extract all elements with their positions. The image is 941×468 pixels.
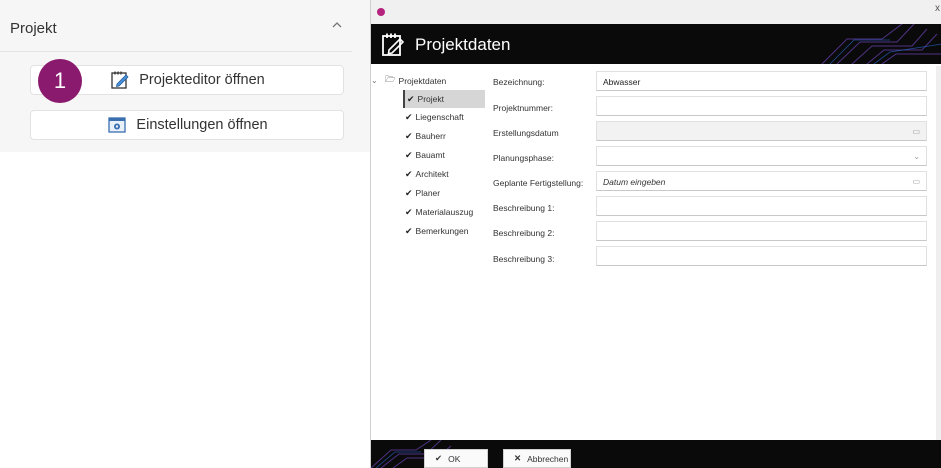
label-projektnummer: Projektnummer: <box>493 103 553 113</box>
field-value: Datum eingeben <box>603 177 666 187</box>
beschreibung-3-input[interactable] <box>596 246 927 266</box>
tree-item-label: Bauamt <box>415 150 445 160</box>
tree-item-architekt[interactable]: ✔ Architekt <box>405 165 449 183</box>
check-icon: ✔ <box>405 168 413 179</box>
open-settings-button[interactable]: Einstellungen öffnen <box>30 110 344 140</box>
field-value: Abwasser <box>603 77 641 87</box>
tree-item-planer[interactable]: ✔ Planer <box>405 184 440 202</box>
close-icon[interactable]: x <box>935 3 940 14</box>
open-project-editor-label: Projekteditor öffnen <box>139 72 265 88</box>
beschreibung-2-input[interactable] <box>596 221 927 241</box>
planungsphase-select[interactable]: ⌄ <box>596 146 927 166</box>
tree-item-label: Liegenschaft <box>415 112 464 122</box>
window-titlebar[interactable]: x <box>371 0 941 24</box>
tree-item-liegenschaft[interactable]: ✔ Liegenschaft <box>405 108 464 126</box>
settings-window-icon <box>108 117 127 133</box>
ok-label: OK <box>448 453 461 464</box>
project-section-header[interactable]: Projekt <box>0 0 352 52</box>
tree-item-label: Planer <box>415 188 441 198</box>
step-number-badge: 1 <box>38 59 82 103</box>
check-icon: ✔ <box>435 453 443 463</box>
tree-item-projekt[interactable]: ✔ Projekt <box>403 90 485 108</box>
tree-item-label: Architekt <box>415 169 449 179</box>
ok-button[interactable]: ✔ OK <box>424 449 488 468</box>
check-icon: ✔ <box>405 149 413 160</box>
tree-root[interactable]: 🗁 Projektdaten <box>385 74 446 88</box>
erstellungsdatum-input[interactable]: ▭ <box>596 121 927 141</box>
tree-item-materialauszug[interactable]: ✔ Materialauszug <box>405 203 473 221</box>
close-icon: ✕ <box>514 453 522 463</box>
tree-item-label: Materialauszug <box>415 207 474 217</box>
check-icon: ✔ <box>405 130 413 141</box>
cancel-label: Abbrechen <box>527 453 569 464</box>
tree-item-bauherr[interactable]: ✔ Bauherr <box>405 127 446 145</box>
circuit-pattern-decoration <box>821 24 941 64</box>
geplante-fertigstellung-input[interactable]: Datum eingeben ▭ <box>596 171 927 191</box>
tree-item-bemerkungen[interactable]: ✔ Bemerkungen <box>405 222 468 240</box>
chevron-down-icon[interactable]: ⌄ <box>913 152 920 161</box>
tree-item-label: Bauherr <box>415 131 446 141</box>
vertical-scrollbar[interactable] <box>936 66 941 440</box>
tree-item-label: Projekt <box>417 94 445 104</box>
label-geplante-fertigstellung: Geplante Fertigstellung: <box>493 178 584 188</box>
check-icon: ✔ <box>405 111 413 122</box>
calendar-icon[interactable]: ▭ <box>912 127 920 136</box>
check-icon: ✔ <box>405 225 413 236</box>
tree-root-label: Projektdaten <box>398 76 447 86</box>
label-beschreibung-1: Beschreibung 1: <box>493 203 555 213</box>
beschreibung-1-input[interactable] <box>596 196 927 216</box>
chevron-down-icon[interactable]: ⌄ <box>371 76 378 85</box>
check-icon: ✔ <box>407 93 415 104</box>
check-icon: ✔ <box>405 187 413 198</box>
app-icon <box>377 8 385 16</box>
tree-item-label: Bemerkungen <box>415 226 469 236</box>
check-icon: ✔ <box>405 206 413 217</box>
label-beschreibung-2: Beschreibung 2: <box>493 228 555 238</box>
projektnummer-input[interactable] <box>596 96 927 116</box>
project-panel: Projekt Projekteditor öffnen Einstellung… <box>0 0 370 152</box>
dialog-header: Projektdaten <box>371 24 941 64</box>
bezeichnung-input[interactable]: Abwasser <box>596 71 927 91</box>
calendar-icon[interactable]: ▭ <box>912 177 920 186</box>
label-erstellungsdatum: Erstellungsdatum <box>493 128 559 138</box>
label-bezeichnung: Bezeichnung: <box>493 77 545 87</box>
section-title: Projekt <box>10 20 57 37</box>
cancel-button[interactable]: ✕ Abbrechen <box>503 449 571 468</box>
dialog-title: Projektdaten <box>415 35 511 54</box>
label-planungsphase: Planungsphase: <box>493 153 554 163</box>
folder-icon: 🗁 <box>385 74 396 84</box>
project-data-dialog: x Projektdaten ⌄ � <box>370 0 941 468</box>
open-settings-label: Einstellungen öffnen <box>136 117 268 133</box>
tree-item-bauamt[interactable]: ✔ Bauamt <box>405 146 445 164</box>
chevron-up-icon[interactable] <box>330 18 344 32</box>
edit-document-icon <box>382 33 405 56</box>
edit-document-icon <box>111 71 129 89</box>
label-beschreibung-3: Beschreibung 3: <box>493 254 555 264</box>
